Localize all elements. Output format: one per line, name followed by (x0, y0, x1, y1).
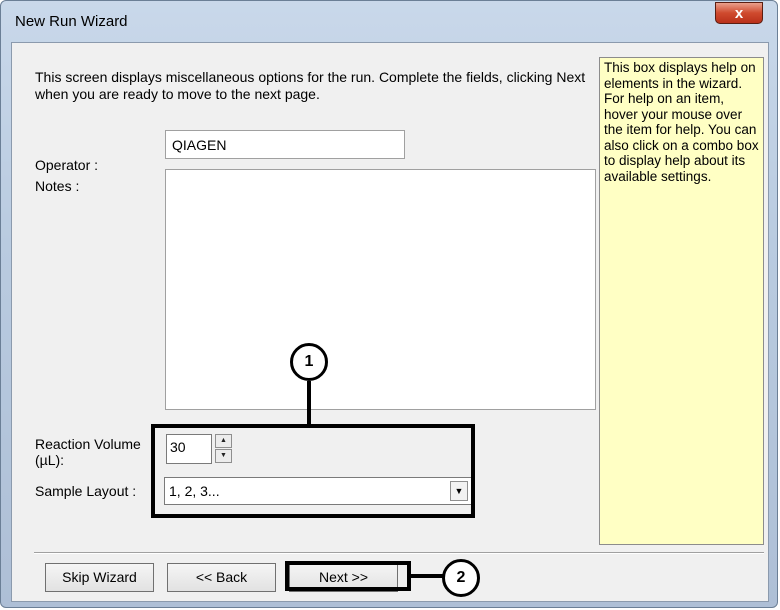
back-button[interactable]: << Back (167, 563, 276, 592)
notes-label: Notes : (35, 178, 80, 194)
window-title: New Run Wizard (15, 13, 128, 30)
close-icon: x (734, 5, 744, 22)
title-bar[interactable]: New Run Wizard x (1, 1, 777, 41)
callout-2-connector (410, 574, 443, 578)
close-button[interactable]: x (715, 2, 763, 24)
sample-layout-label: Sample Layout : (35, 483, 137, 499)
help-box: This box displays help on elements in th… (599, 57, 764, 545)
skip-wizard-button[interactable]: Skip Wizard (45, 563, 154, 592)
reaction-volume-label: Reaction Volume (µL): (35, 436, 141, 468)
callout-2-badge: 2 (442, 559, 480, 597)
notes-textarea[interactable] (165, 169, 596, 410)
callout-1-badge: 1 (290, 343, 328, 381)
operator-input[interactable]: QIAGEN (165, 130, 405, 159)
button-separator-highlight (34, 553, 764, 554)
callout-1-highlight-box (151, 424, 475, 518)
callout-1-connector (307, 381, 311, 426)
operator-label: Operator : (35, 157, 99, 173)
wizard-content: This screen displays miscellaneous optio… (11, 42, 769, 602)
callout-2-highlight-box (285, 561, 411, 591)
intro-text: This screen displays miscellaneous optio… (35, 69, 586, 102)
